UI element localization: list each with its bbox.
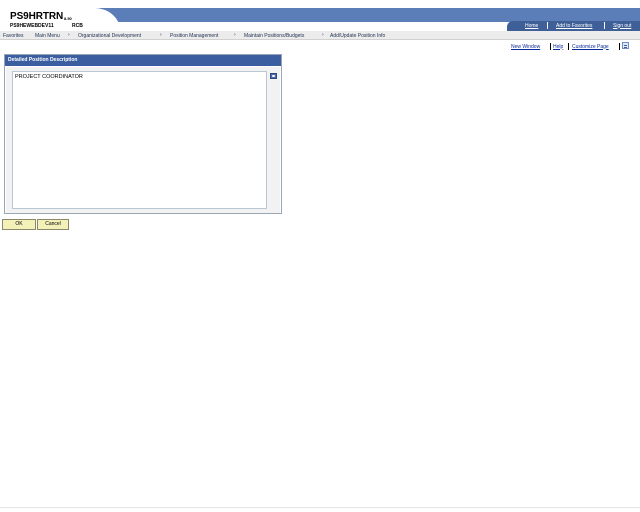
description-textarea[interactable]: PROJECT COORDINATOR [12, 71, 267, 209]
cancel-button[interactable]: Cancel [37, 219, 69, 230]
app-name: PS9HRTRN [10, 11, 64, 22]
breadcrumb-favorites[interactable]: Favorites [3, 33, 24, 39]
ok-button[interactable]: OK [2, 219, 36, 230]
app-version: 8.50 [64, 16, 72, 21]
group-body: PROJECT COORDINATOR [6, 67, 280, 213]
link-separator [619, 43, 620, 50]
breadcrumb-main-menu[interactable]: Main Menu [35, 33, 60, 39]
header-separator [604, 22, 605, 29]
breadcrumb-maintain-positions-budgets[interactable]: Maintain Positions/Budgets [244, 33, 304, 39]
group-title: Detailed Position Description [5, 55, 281, 66]
chevron-right-icon: › [234, 32, 236, 38]
home-link[interactable]: Home [525, 23, 538, 29]
breadcrumb: Favorites Main Menu › Organizational Dev… [0, 31, 640, 40]
header-separator [547, 22, 548, 29]
new-window-link[interactable]: New Window [511, 44, 540, 50]
chevron-right-icon: › [322, 32, 324, 38]
breadcrumb-organizational-development[interactable]: Organizational Development [78, 33, 141, 39]
breadcrumb-position-management[interactable]: Position Management [170, 33, 218, 39]
database-name: PS9HEWEBDEV11 [10, 23, 54, 29]
breadcrumb-add-update-position-info[interactable]: Add/Update Position Info [330, 33, 385, 39]
chevron-right-icon: › [160, 32, 162, 38]
chevron-right-icon: › [68, 32, 70, 38]
add-to-favorites-link[interactable]: Add to Favorites [556, 23, 592, 29]
page-bottom-divider [0, 507, 640, 508]
link-separator [550, 43, 551, 50]
customize-page-link[interactable]: Customize Page [572, 44, 609, 50]
page-icon[interactable] [622, 42, 629, 49]
link-separator [568, 43, 569, 50]
zoom-icon[interactable] [270, 73, 277, 79]
header-banner [96, 8, 640, 22]
help-link[interactable]: Help [553, 44, 563, 50]
detailed-position-description-group: Detailed Position Description PROJECT CO… [4, 54, 282, 214]
sign-out-link[interactable]: Sign out [613, 23, 631, 29]
database-code: RCB [72, 23, 83, 29]
